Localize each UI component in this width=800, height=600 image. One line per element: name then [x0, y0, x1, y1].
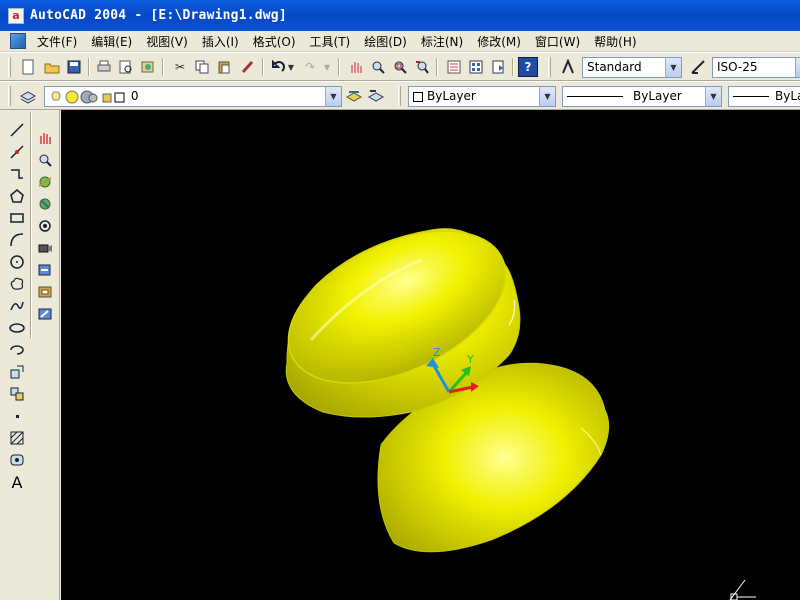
- hatch-icon[interactable]: [6, 428, 28, 448]
- menu-view[interactable]: 视图(V): [139, 33, 195, 50]
- left-toolbars: A: [0, 110, 60, 600]
- model-space-canvas[interactable]: Z Y: [61, 110, 800, 600]
- zoom-window-icon[interactable]: [390, 57, 410, 77]
- ellipse-icon[interactable]: [6, 318, 28, 338]
- ellipse-arc-icon[interactable]: [6, 340, 28, 360]
- zoom-icon[interactable]: [34, 150, 56, 170]
- menu-help[interactable]: 帮助(H): [587, 33, 643, 50]
- revision-cloud-icon[interactable]: [6, 274, 28, 294]
- toolbar-grip[interactable]: [8, 57, 11, 77]
- undo-icon[interactable]: [268, 57, 288, 77]
- layer-control-select[interactable]: 0 ▼: [44, 86, 342, 107]
- toolbar-grip[interactable]: [548, 57, 551, 77]
- pan-realtime-icon[interactable]: [346, 57, 366, 77]
- chevron-down-icon[interactable]: ▼: [795, 58, 800, 77]
- chevron-down-icon[interactable]: ▼: [539, 87, 555, 106]
- chevron-down-icon[interactable]: ▼: [325, 87, 341, 106]
- drawing-viewport[interactable]: Z Y: [61, 110, 800, 600]
- text-style-select[interactable]: Standard ▼: [582, 57, 682, 78]
- make-block-icon[interactable]: [6, 384, 28, 404]
- plot-preview-icon[interactable]: [116, 57, 136, 77]
- chevron-down-icon[interactable]: ▼: [705, 87, 721, 106]
- chevron-down-icon[interactable]: ▼: [665, 58, 681, 77]
- menu-bar: 文件(F) 编辑(E) 视图(V) 插入(I) 格式(O) 工具(T) 绘图(D…: [0, 31, 800, 52]
- polyline-icon[interactable]: [6, 164, 28, 184]
- color-control-select[interactable]: ByLayer ▼: [408, 86, 556, 107]
- insert-block-icon[interactable]: [6, 362, 28, 382]
- undo-dropdown-icon[interactable]: ▼: [286, 57, 296, 77]
- menu-draw[interactable]: 绘图(D): [357, 33, 414, 50]
- linetype-preview-icon: [567, 96, 623, 97]
- orbit-icon[interactable]: [34, 172, 56, 192]
- linetype-control-select[interactable]: ByLayer ▼: [562, 86, 722, 107]
- save-icon[interactable]: [64, 57, 84, 77]
- color-swatch-icon: [413, 91, 423, 102]
- line-icon[interactable]: [6, 120, 28, 140]
- 3d-swivel-icon[interactable]: [34, 260, 56, 280]
- paste-icon[interactable]: [214, 57, 234, 77]
- circle-icon[interactable]: [6, 252, 28, 272]
- standard-toolbar: ✂ ▼ ↷ ▼ ? Standard▼ ISO-25▼: [0, 52, 800, 81]
- construction-line-icon[interactable]: [6, 142, 28, 162]
- dimension-style-icon[interactable]: [688, 57, 708, 77]
- make-object-layer-current-icon[interactable]: [344, 86, 364, 106]
- redo-icon[interactable]: ↷: [300, 57, 320, 77]
- toolbar-grip[interactable]: [8, 86, 11, 106]
- pan-icon[interactable]: [34, 128, 56, 148]
- title-bar[interactable]: a AutoCAD 2004 - [E:\Drawing1.dwg]: [0, 0, 800, 31]
- zoom-realtime-icon[interactable]: [368, 57, 388, 77]
- camera-icon[interactable]: [34, 238, 56, 258]
- polygon-icon[interactable]: [6, 186, 28, 206]
- ucs-z-label: Z: [433, 346, 441, 359]
- continuous-orbit-icon[interactable]: [34, 216, 56, 236]
- plot-icon[interactable]: [94, 57, 114, 77]
- 3d-adjust-icon[interactable]: [34, 304, 56, 324]
- window-title: AutoCAD 2004 - [E:\Drawing1.dwg]: [30, 8, 287, 23]
- 3d-clip-icon[interactable]: [34, 282, 56, 302]
- menu-insert[interactable]: 插入(I): [195, 33, 246, 50]
- zoom-previous-icon[interactable]: [412, 57, 432, 77]
- lineweight-preview-icon: [733, 96, 769, 97]
- menu-format[interactable]: 格式(O): [246, 33, 303, 50]
- text-style-icon[interactable]: [558, 57, 578, 77]
- document-icon[interactable]: [10, 33, 26, 49]
- autocad-app-icon[interactable]: a: [8, 7, 24, 24]
- region-icon[interactable]: [6, 450, 28, 470]
- lineweight-control-select[interactable]: ByLay: [728, 86, 800, 107]
- menu-dimension[interactable]: 标注(N): [414, 33, 470, 50]
- help-icon[interactable]: ?: [518, 57, 538, 77]
- tool-palettes-icon[interactable]: [488, 57, 508, 77]
- open-folder-icon[interactable]: [42, 57, 62, 77]
- constrained-orbit-icon[interactable]: [34, 194, 56, 214]
- menu-file[interactable]: 文件(F): [30, 33, 84, 50]
- ucs-y-label: Y: [466, 353, 474, 366]
- menu-window[interactable]: 窗口(W): [528, 33, 587, 50]
- new-file-icon[interactable]: [18, 57, 38, 77]
- design-center-icon[interactable]: [466, 57, 486, 77]
- match-properties-icon[interactable]: [238, 57, 258, 77]
- crosshair-cursor: [729, 579, 756, 600]
- properties-icon[interactable]: [444, 57, 464, 77]
- toolbar-grip[interactable]: [398, 86, 401, 106]
- menu-tools[interactable]: 工具(T): [303, 33, 358, 50]
- cut-icon[interactable]: ✂: [170, 57, 190, 77]
- point-icon[interactable]: [6, 406, 28, 426]
- multiline-text-icon[interactable]: A: [6, 472, 28, 492]
- layer-manager-icon[interactable]: [18, 86, 38, 106]
- rectangle-icon[interactable]: [6, 208, 28, 228]
- dimension-style-select[interactable]: ISO-25▼: [712, 57, 800, 78]
- copy-icon[interactable]: [192, 57, 212, 77]
- menu-modify[interactable]: 修改(M): [470, 33, 528, 50]
- layer-state-icons: [51, 90, 125, 103]
- menu-edit[interactable]: 编辑(E): [84, 33, 139, 50]
- arc-icon[interactable]: [6, 230, 28, 250]
- redo-dropdown-icon[interactable]: ▼: [322, 57, 332, 77]
- publish-icon[interactable]: [138, 57, 158, 77]
- layers-toolbar: 0 ▼ ByLayer ▼ ByLayer ▼ ByLay: [0, 81, 800, 110]
- layer-previous-icon[interactable]: [366, 86, 386, 106]
- spline-icon[interactable]: [6, 296, 28, 316]
